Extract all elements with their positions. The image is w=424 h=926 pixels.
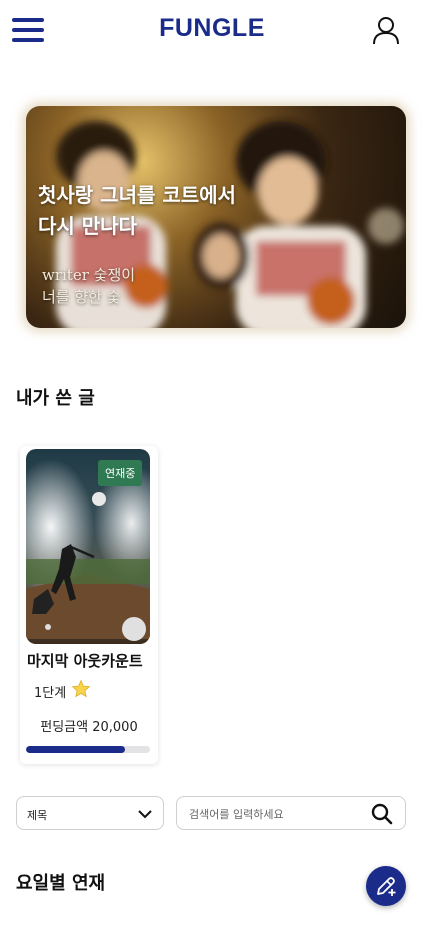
select-value: 제목: [27, 809, 48, 822]
post-cover-image: 연재중: [26, 449, 150, 644]
weekly-series-title: 요일별 연재: [16, 873, 106, 894]
post-level: 1단계: [34, 686, 67, 701]
funding-progress-bar: [26, 746, 150, 753]
featured-banner[interactable]: 첫사랑 그녀를 코트에서 다시 만나다 writer 숯쟁이 너를 향한 숯: [26, 106, 406, 328]
app-logo[interactable]: FUNGLE: [0, 14, 424, 43]
banner-tagline: 너를 향한 숯: [42, 288, 121, 306]
funding-progress-fill: [26, 746, 126, 753]
status-badge: 연재중: [98, 460, 143, 486]
chevron-down-icon: [138, 810, 152, 819]
user-profile-icon[interactable]: [372, 16, 400, 46]
banner-writer: writer 숯쟁이: [42, 266, 136, 284]
post-card[interactable]: 연재중 마지막 아웃카운트 1단계 펀딩금액 20,000: [20, 446, 158, 764]
banner-title: 첫사랑 그녀를 코트에서 다시 만나다: [38, 183, 236, 238]
app-header: FUNGLE: [0, 0, 424, 62]
search-box: [176, 796, 406, 830]
my-posts-title: 내가 쓴 글: [16, 388, 95, 409]
write-button[interactable]: [366, 866, 406, 906]
search-type-select[interactable]: 제목: [16, 796, 164, 830]
post-title: 마지막 아웃카운트: [27, 652, 143, 670]
post-funding-amount: 펀딩금액 20,000: [40, 720, 138, 735]
write-pen-icon: [377, 877, 396, 896]
search-input[interactable]: [187, 803, 361, 825]
search-icon[interactable]: [371, 803, 393, 825]
star-icon: [71, 679, 91, 698]
